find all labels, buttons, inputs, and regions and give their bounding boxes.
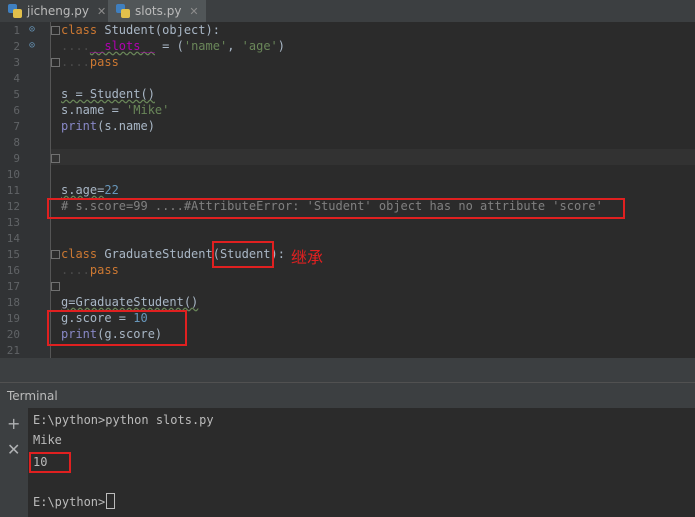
line-number: 15 bbox=[6, 248, 20, 261]
line-number: 2 bbox=[13, 40, 20, 53]
code-line: ....pass bbox=[61, 55, 119, 69]
line-number: 17 bbox=[6, 280, 20, 293]
line-number: 5 bbox=[13, 88, 20, 101]
line-number: 13 bbox=[6, 216, 20, 229]
code-line: s.name = 'Mike' bbox=[61, 103, 170, 117]
terminal-toolbar: + ✕ bbox=[0, 408, 28, 517]
fold-icon[interactable] bbox=[51, 282, 60, 291]
line-number: 20 bbox=[6, 328, 20, 341]
annotation-box-comment bbox=[47, 198, 625, 219]
current-line-highlight bbox=[51, 149, 695, 165]
terminal-header: Terminal bbox=[0, 382, 695, 408]
close-icon[interactable]: ✕ bbox=[97, 5, 106, 18]
fold-icon[interactable] bbox=[51, 26, 60, 35]
override-gutter-icon[interactable]: ⊙ bbox=[29, 41, 39, 51]
line-number: 9 bbox=[13, 152, 20, 165]
annotation-box-base-class bbox=[212, 241, 274, 268]
line-number: 21 bbox=[6, 344, 20, 357]
code-line: class Student(object): bbox=[61, 23, 220, 37]
editor-tab-bar: jicheng.py ✕ slots.py ✕ bbox=[0, 0, 695, 23]
text-cursor bbox=[106, 493, 116, 509]
fold-icon[interactable] bbox=[51, 250, 60, 259]
code-line: print(s.name) bbox=[61, 119, 155, 133]
line-number-gutter: 1 2 3 4 5 6 7 8 9 10 11 12 13 14 15 16 1… bbox=[0, 22, 51, 358]
annotation-box-score bbox=[47, 310, 187, 346]
fold-icon[interactable] bbox=[51, 154, 60, 163]
code-line: ....__slots__ = ('name', 'age') bbox=[61, 39, 286, 53]
line-number: 14 bbox=[6, 232, 20, 245]
add-terminal-icon[interactable]: + bbox=[7, 414, 20, 433]
line-number: 7 bbox=[13, 120, 20, 133]
override-gutter-icon[interactable]: ⊙ bbox=[29, 25, 39, 35]
line-number: 19 bbox=[6, 312, 20, 325]
terminal-line: E:\python>python slots.py bbox=[33, 413, 214, 427]
fold-icon[interactable] bbox=[51, 58, 60, 67]
terminal-line: Mike bbox=[33, 433, 62, 447]
tab-label: slots.py bbox=[135, 4, 182, 18]
code-line: ....pass bbox=[61, 263, 119, 277]
close-icon[interactable]: ✕ bbox=[189, 5, 198, 18]
line-number: 18 bbox=[6, 296, 20, 309]
line-number: 11 bbox=[6, 184, 20, 197]
line-number: 10 bbox=[6, 168, 20, 181]
panel-splitter[interactable] bbox=[0, 358, 695, 382]
tab-label: jicheng.py bbox=[27, 4, 90, 18]
line-number: 3 bbox=[13, 56, 20, 69]
line-number: 1 bbox=[13, 24, 20, 37]
python-file-icon bbox=[8, 4, 22, 18]
line-number: 6 bbox=[13, 104, 20, 117]
code-line: s.age=22 bbox=[61, 183, 119, 197]
line-number: 16 bbox=[6, 264, 20, 277]
tab-jicheng[interactable]: jicheng.py ✕ bbox=[0, 0, 108, 22]
annotation-note: 继承 bbox=[291, 248, 324, 267]
code-editor[interactable]: 1 2 3 4 5 6 7 8 9 10 11 12 13 14 15 16 1… bbox=[0, 22, 695, 358]
terminal-prompt-line[interactable]: E:\python> bbox=[33, 493, 116, 509]
code-line: s = Student() bbox=[61, 87, 155, 101]
line-number: 4 bbox=[13, 72, 20, 85]
code-line: g=GraduateStudent() bbox=[61, 295, 199, 309]
terminal-panel: Terminal + ✕ E:\python>python slots.py M… bbox=[0, 358, 695, 517]
line-number: 8 bbox=[13, 136, 20, 149]
tab-slots[interactable]: slots.py ✕ bbox=[108, 0, 206, 22]
terminal-title: Terminal bbox=[7, 389, 58, 403]
close-terminal-icon[interactable]: ✕ bbox=[7, 440, 20, 459]
python-file-icon bbox=[116, 4, 130, 18]
line-number: 12 bbox=[6, 200, 20, 213]
annotation-box-output bbox=[29, 452, 71, 473]
